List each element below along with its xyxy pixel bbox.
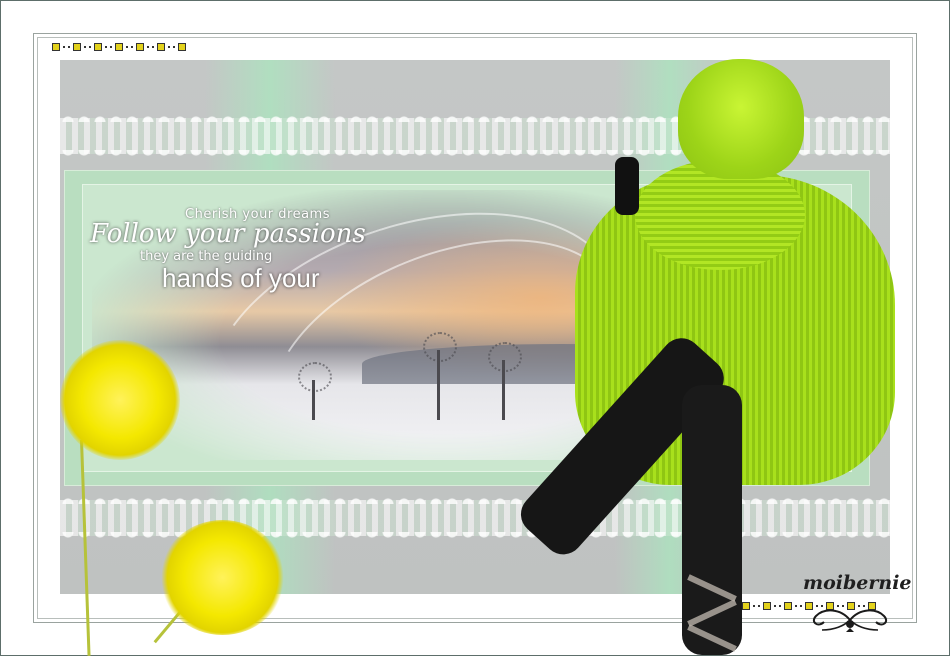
poem-line-2: Follow your passions (90, 219, 366, 249)
top-left-dot-border-icon (52, 43, 186, 51)
poem-line-3: they are the guiding (140, 249, 273, 264)
poem-line-4: hands of your (162, 263, 320, 293)
standing-leg-boot (682, 385, 742, 655)
fur-hat (678, 59, 804, 179)
scroll-flourish-icon (812, 609, 888, 632)
black-glove (615, 157, 639, 215)
woman-figure (450, 55, 900, 656)
artist-signature: moibernie (803, 572, 912, 594)
yellow-dandelion-flower (160, 520, 285, 635)
yellow-dandelion-flower (60, 340, 180, 460)
